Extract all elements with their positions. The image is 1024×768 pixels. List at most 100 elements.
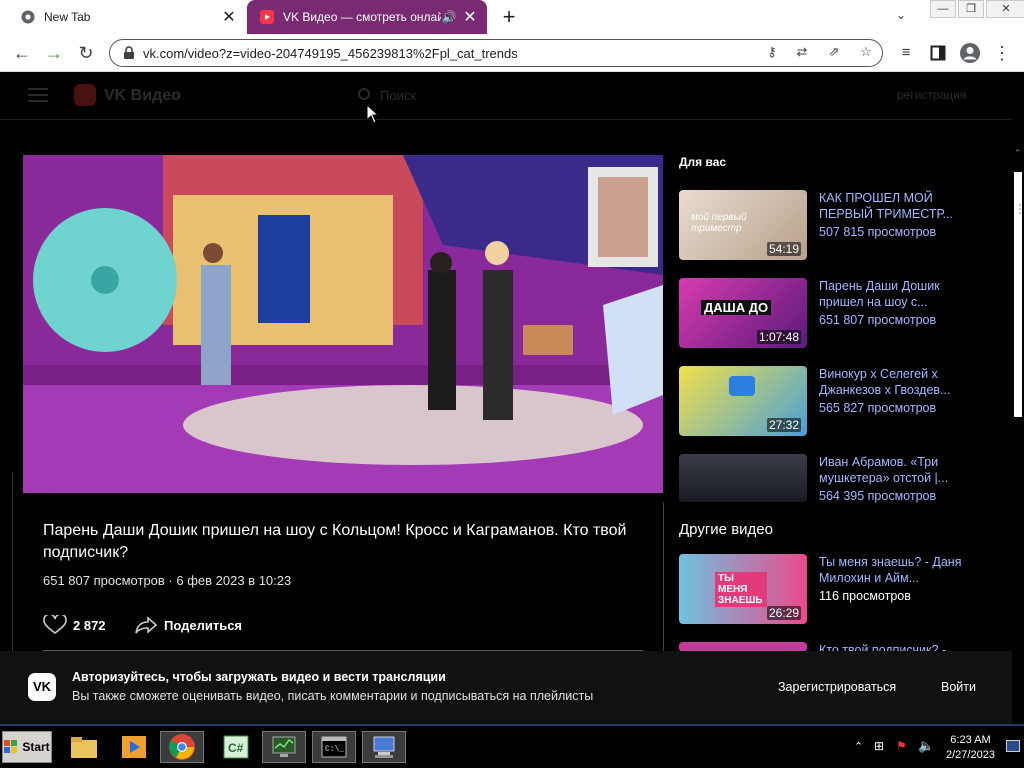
video-thumbnail[interactable]: 27:32 (679, 366, 807, 436)
show-logo-icon (729, 376, 755, 396)
video-card-title[interactable]: Ты меня знаешь? - Даня Милохин и Айм... (819, 554, 969, 586)
show-desktop-icon[interactable] (1006, 740, 1020, 752)
side-panel-icon[interactable] (926, 41, 950, 65)
tab-new-tab[interactable]: New Tab ✕ (0, 0, 246, 34)
video-card-views: 564 395 просмотров (819, 489, 937, 503)
brand-name[interactable]: VK Видео (104, 87, 181, 105)
video-card-title[interactable]: Винокур x Селегей x Джанкезов x Гвоздев.… (819, 366, 969, 398)
tab-title: VK Видео — смотреть онлайн (283, 10, 441, 24)
like-button[interactable]: 2 872 (43, 615, 106, 635)
page-scrollbar[interactable]: ⌃ ⋮ (1012, 72, 1024, 724)
scroll-up-icon[interactable]: ⌃ (1014, 148, 1022, 159)
tab-vk-video[interactable]: VK Видео — смотреть онлайн 🔊 ✕ (247, 0, 487, 34)
recommended-video-card[interactable]: ТЫ МЕНЯ ЗНАЕШЬ 26:29 Ты меня знаешь? - Д… (679, 554, 969, 626)
thumb-caption: ТЫ МЕНЯ ЗНАЕШЬ (715, 572, 767, 607)
thumb-caption: ДАША ДО (701, 300, 772, 315)
auth-banner: VK Авторизуйтесь, чтобы загружать видео … (0, 651, 1012, 724)
task-manager-icon[interactable] (262, 731, 306, 763)
more-options-icon[interactable]: ⋮ (1014, 202, 1024, 216)
video-title: Парень Даши Дошик пришел на шоу с Кольцо… (43, 522, 627, 561)
key-icon[interactable]: ⚷ (762, 44, 782, 64)
register-button[interactable]: Зарегистрироваться (778, 680, 896, 694)
profile-avatar-icon[interactable] (958, 41, 982, 65)
video-thumbnail[interactable]: ДАША ДО 1:07:48 (679, 278, 807, 348)
video-duration: 54:19 (766, 242, 801, 256)
tab-search-chevron-icon[interactable]: ⌄ (896, 8, 906, 22)
share-label: Поделиться (164, 617, 243, 633)
video-card-title[interactable]: КАК ПРОШЕЛ МОЙ ПЕРВЫЙ ТРИМЕСТР... (819, 190, 969, 222)
recommended-video-card[interactable]: 27:32 Винокур x Селегей x Джанкезов x Гв… (679, 366, 969, 438)
show-hidden-icons-icon[interactable]: ⌃ (854, 740, 863, 753)
share-arrow-icon (135, 616, 158, 634)
recommended-video-card[interactable]: ДАША ДО 1:07:48 Парень Даши Дошик пришел… (679, 278, 969, 350)
video-thumbnail[interactable]: мой первый триместр 54:19 (679, 190, 807, 260)
video-frame-image (23, 155, 663, 493)
close-tab-icon[interactable]: ✕ (218, 7, 240, 27)
video-thumbnail[interactable] (679, 454, 807, 502)
back-arrow-icon[interactable]: ← (10, 41, 34, 65)
video-card-views: 116 просмотров (819, 589, 911, 603)
search-input[interactable]: Поиск (380, 88, 416, 103)
recommended-video-card[interactable]: мой первый триместр 54:19 КАК ПРОШЕЛ МОЙ… (679, 190, 969, 262)
window-controls: — ❐ ✕ (928, 0, 1024, 18)
volume-icon[interactable]: 🔈 (918, 738, 934, 754)
taskbar: Start C# C:\_ ⌃ ⊞ ⚑ 🔈 6:23 AM 2/27/2023 (0, 724, 1024, 768)
menu-kebab-icon[interactable]: ⋮ (990, 41, 1014, 65)
vk-video-favicon-icon (259, 9, 275, 25)
menu-burger-icon[interactable] (28, 88, 48, 102)
register-link[interactable]: регистрация (897, 88, 966, 102)
vk-header: VK Видео Поиск регистрация (0, 72, 1012, 120)
command-prompt-icon[interactable]: C:\_ (312, 731, 356, 763)
network-computer-icon[interactable] (362, 731, 406, 763)
close-tab-icon[interactable]: ✕ (459, 7, 481, 27)
video-player[interactable] (23, 155, 663, 493)
video-card-views: 651 807 просмотров (819, 313, 937, 327)
auth-banner-title: Авторизуйтесь, чтобы загружать видео и в… (72, 670, 446, 684)
minimize-icon[interactable]: — (930, 0, 956, 18)
video-card-title[interactable]: Парень Даши Дошик пришел на шоу с... (819, 278, 969, 310)
file-explorer-icon[interactable] (62, 731, 106, 763)
translate-icon[interactable]: ⇄ (792, 44, 812, 64)
video-card-title[interactable]: Иван Абрамов. «Три мушкетера» отстой |..… (819, 454, 969, 486)
video-meta: 651 807 просмотров · 6 фев 2023 в 10:23 (43, 573, 292, 588)
new-tab-button[interactable]: + (498, 4, 520, 30)
url-text[interactable]: vk.com/video?z=video-204749195_456239813… (143, 46, 518, 61)
share-button[interactable]: Поделиться (134, 615, 242, 635)
heart-icon (43, 615, 67, 635)
restore-icon[interactable]: ❐ (958, 0, 984, 18)
start-button[interactable]: Start (2, 731, 52, 763)
action-center-flag-icon[interactable]: ⚑ (896, 739, 907, 753)
thumb-caption: мой первый триместр (691, 212, 747, 234)
address-bar[interactable]: vk.com/video?z=video-204749195_456239813… (109, 39, 883, 67)
search-icon[interactable] (358, 88, 370, 100)
video-duration: 27:32 (766, 418, 801, 432)
like-count: 2 872 (73, 617, 106, 633)
auth-banner-subtitle: Вы также сможете оценивать видео, писать… (72, 689, 594, 703)
vk-logo-icon: VK (28, 673, 56, 701)
video-duration: 1:07:48 (756, 330, 801, 344)
clock-date: 2/27/2023 (946, 749, 995, 761)
speaker-icon[interactable]: 🔊 (441, 10, 457, 24)
video-duration: 26:29 (766, 606, 801, 620)
reload-icon[interactable]: ↻ (74, 41, 98, 65)
vk-video-logo-icon[interactable] (74, 84, 96, 106)
lock-icon[interactable] (122, 46, 136, 60)
video-thumbnail[interactable]: ТЫ МЕНЯ ЗНАЕШЬ 26:29 (679, 554, 807, 624)
media-player-icon[interactable] (112, 731, 156, 763)
recommended-video-card[interactable]: Иван Абрамов. «Три мушкетера» отстой |..… (679, 454, 969, 526)
media-control-icon[interactable]: ≡ (894, 41, 918, 65)
for-you-heading: Для вас (679, 155, 727, 169)
share-page-icon[interactable]: ⇗ (824, 44, 844, 64)
bookmark-star-icon[interactable]: ☆ (856, 44, 876, 64)
forward-arrow-icon[interactable]: → (42, 41, 66, 65)
chrome-taskbar-icon[interactable] (160, 731, 204, 763)
network-icon[interactable]: ⊞ (874, 739, 884, 753)
video-card-views: 507 815 просмотров (819, 225, 937, 239)
login-button[interactable]: Войти (941, 680, 976, 694)
start-label: Start (22, 740, 50, 754)
close-window-icon[interactable]: ✕ (986, 0, 1024, 18)
csharp-app-icon[interactable]: C# (214, 731, 258, 763)
divider-left (12, 472, 13, 662)
tab-strip: New Tab ✕ VK Видео — смотреть онлайн 🔊 ✕… (0, 0, 1024, 34)
clock[interactable]: 6:23 AM 2/27/2023 (946, 733, 995, 763)
